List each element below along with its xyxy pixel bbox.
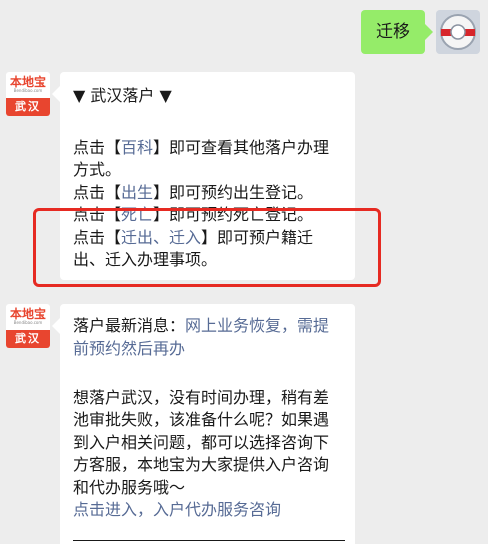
menu-line-migration: 点击【迁出、迁入】即可预户籍迁出、迁入办理事项。: [73, 227, 341, 272]
menu-line-prefix: 点击【: [73, 227, 122, 247]
menu-line-suffix: 】即可预约出生登记。: [153, 182, 314, 202]
reply-card-hukou-news: 落户最新消息：网上业务恢复，需提前预约然后再办 想落户武汉，没有时间办理，稍有差…: [52, 304, 355, 544]
news-line: 落户最新消息：网上业务恢复，需提前预约然后再办: [73, 315, 341, 360]
link-birth[interactable]: 出生: [121, 183, 153, 202]
user-avatar[interactable]: [436, 10, 480, 54]
outgoing-message-bubble[interactable]: 迁移: [361, 10, 433, 54]
menu-line-death: 点击【死亡】即可预约死亡登记。: [73, 204, 341, 227]
menu-line-baike: 点击【百科】即可查看其他落户办理方式。: [73, 137, 341, 182]
link-migration[interactable]: 迁出、迁入: [121, 228, 201, 247]
link-baike[interactable]: 百科: [121, 138, 153, 157]
bot-avatar[interactable]: 本地宝 Bendibao.com 武汉: [6, 72, 50, 116]
menu-line-prefix: 点击【: [73, 182, 122, 202]
bot-logo-city: 武汉: [6, 330, 50, 348]
menu-line-suffix: 】即可预约死亡登记。: [153, 205, 314, 224]
news-prefix: 落户最新消息：: [73, 316, 186, 335]
user-avatar-image: [436, 10, 480, 54]
bot-logo-city: 武汉: [6, 98, 50, 116]
outgoing-message-text: 迁移: [376, 22, 410, 42]
link-death[interactable]: 死亡: [121, 205, 153, 224]
card-title: ▼ 武汉落户 ▼: [73, 86, 172, 105]
menu-line-birth: 点击【出生】即可预约出生登记。: [73, 182, 341, 205]
promo-text: 想落户武汉，没有时间办理，稍有差池审批失败，该准备什么呢？如果遇到入户相关问题，…: [73, 387, 330, 497]
menu-line-prefix: 点击【: [73, 205, 122, 224]
reply-card-hukou-menu: ▼ 武汉落户 ▼ 点击【百科】即可查看其他落户办理方式。 点击【出生】即可预约出…: [52, 72, 355, 280]
bot-logo-domain: Bendibao.com: [13, 88, 43, 93]
bot-avatar[interactable]: 本地宝 Bendibao.com 武汉: [6, 304, 50, 348]
link-agency-consult[interactable]: 点击进入，入户代办服务咨询: [73, 499, 341, 522]
divider: [73, 540, 345, 541]
menu-line-prefix: 点击【: [73, 137, 122, 157]
bot-logo-domain: Bendibao.com: [13, 320, 43, 325]
